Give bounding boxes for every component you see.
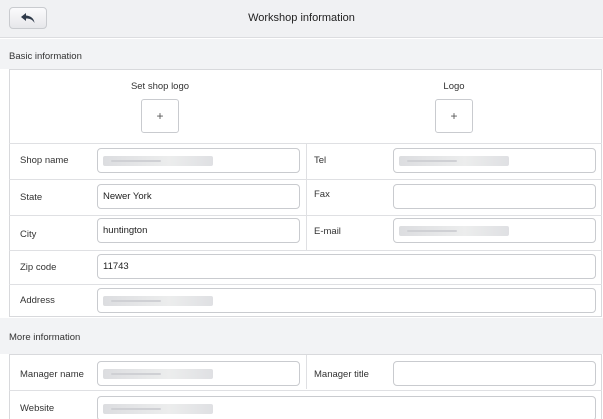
website-field[interactable] — [97, 396, 596, 419]
manager-name-field[interactable] — [97, 361, 300, 386]
manager-title-label: Manager title — [314, 369, 369, 380]
zip-code-field[interactable]: 11743 — [97, 254, 596, 279]
plus-icon: + — [450, 109, 458, 123]
manager-name-label: Manager name — [20, 369, 84, 380]
page-title: Workshop information — [248, 12, 355, 24]
shop-name-label: Shop name — [20, 155, 69, 166]
state-field[interactable]: Newer York — [97, 184, 300, 209]
redacted-value — [399, 225, 509, 236]
divider — [9, 390, 602, 391]
address-label: Address — [20, 295, 55, 306]
shop-logo-label: Set shop logo — [130, 81, 190, 92]
more-section-title: More information — [9, 332, 81, 343]
basic-section-header — [0, 39, 603, 69]
divider — [306, 355, 307, 389]
redacted-value — [103, 368, 213, 379]
website-label: Website — [20, 403, 55, 414]
shop-name-field[interactable] — [97, 148, 300, 173]
plus-icon: + — [156, 109, 164, 123]
city-field[interactable]: huntington — [97, 218, 300, 243]
basic-section-title: Basic information — [9, 51, 82, 62]
tel-field[interactable] — [393, 148, 596, 173]
redacted-value — [399, 155, 509, 166]
state-label: State — [20, 192, 43, 203]
address-field[interactable] — [97, 288, 596, 313]
email-field[interactable] — [393, 218, 596, 243]
divider — [9, 215, 602, 216]
logo-add-button[interactable]: + — [435, 99, 473, 133]
fax-label: Fax — [314, 189, 330, 200]
city-label: City — [20, 229, 37, 240]
divider — [9, 284, 602, 285]
tel-label: Tel — [314, 155, 327, 166]
logo-label: Logo — [443, 81, 465, 92]
divider — [9, 179, 602, 180]
divider — [9, 250, 602, 251]
manager-title-field[interactable] — [393, 361, 596, 386]
divider — [306, 144, 307, 251]
fax-field[interactable] — [393, 184, 596, 209]
redacted-value — [103, 295, 213, 306]
redacted-value — [103, 155, 213, 166]
email-label: E-mail — [314, 226, 341, 237]
more-section-header — [0, 318, 603, 354]
redacted-value — [103, 403, 213, 414]
title-bar: Workshop information — [0, 0, 603, 38]
zip-code-label: Zip code — [20, 262, 57, 273]
shop-logo-add-button[interactable]: + — [141, 99, 179, 133]
